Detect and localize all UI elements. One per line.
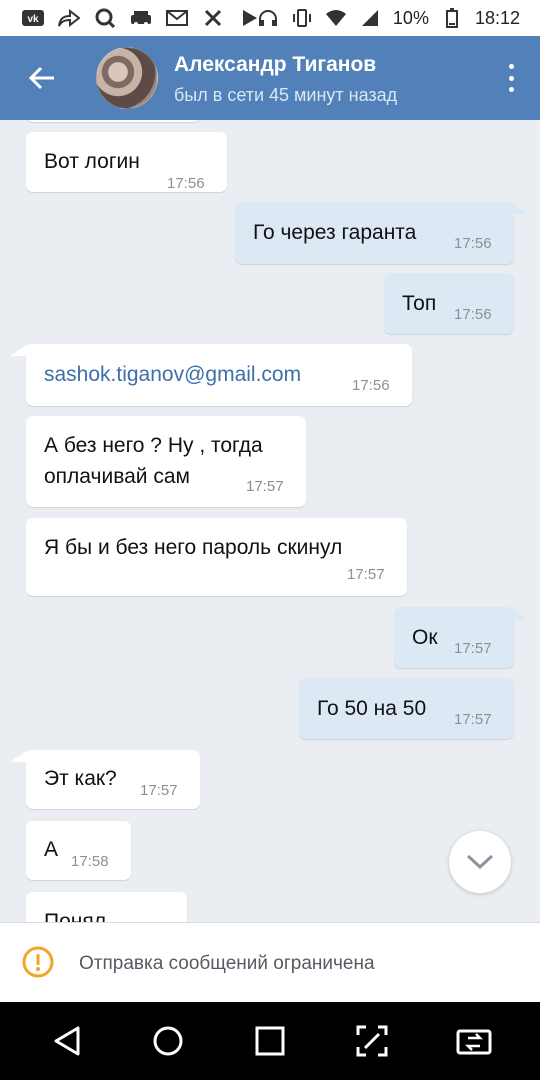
circle-home-icon [153, 1026, 183, 1056]
message-outgoing[interactable]: Топ 17:56 [384, 273, 514, 334]
message-outgoing[interactable]: Го 50 на 50 17:57 [299, 678, 514, 739]
status-bar-system: 10% 18:12 [257, 7, 520, 29]
message-text-line2: оплачивай сам [44, 465, 190, 488]
message-text: Го через гаранта [253, 221, 417, 244]
signal-icon [359, 7, 381, 29]
nav-back-button[interactable] [48, 1022, 86, 1060]
message-time: 17:56 [167, 175, 205, 192]
nav-recents-button[interactable] [251, 1022, 289, 1060]
status-bar-notifications: vk [22, 7, 260, 29]
email-link[interactable]: sashok.tiganov@gmail.com [44, 359, 301, 390]
nav-home-button[interactable] [149, 1022, 187, 1060]
message-time: 17:56 [454, 306, 492, 323]
warning-icon [22, 946, 54, 978]
contact-last-seen: был в сети 45 минут назад [174, 85, 398, 105]
message-time: 17:57 [454, 711, 492, 728]
clock: 18:12 [474, 8, 520, 28]
gmail-icon [166, 7, 188, 29]
message-text: Ок [412, 626, 438, 649]
wifi-icon [325, 7, 347, 29]
nav-switch-app-button[interactable] [455, 1022, 493, 1060]
message-time: 17:58 [71, 853, 109, 870]
screenshot-icon [356, 1025, 388, 1057]
battery-icon [441, 7, 463, 29]
message-time: 17:56 [352, 377, 390, 394]
message-time: 17:57 [347, 566, 385, 583]
message-text: Топ [402, 292, 437, 315]
message-outgoing[interactable]: Ок 17:57 [394, 607, 514, 668]
message-text: Го 50 на 50 [317, 697, 427, 720]
status-bar: vk 10% 18:12 [0, 0, 540, 36]
bubble-tail [510, 202, 528, 214]
battery-percent: 10% [392, 8, 429, 28]
triangle-back-icon [54, 1026, 80, 1056]
message-text: Понял [44, 910, 106, 922]
scroll-to-bottom-button[interactable] [449, 831, 511, 893]
message-incoming[interactable]: Понял [26, 892, 187, 922]
tools-icon [202, 7, 224, 29]
message-text: Я бы и без него пароль скинул [44, 536, 343, 559]
message-bubble-partial [26, 120, 200, 122]
svg-text:vk: vk [27, 14, 39, 25]
car-icon [130, 7, 152, 29]
message-incoming[interactable]: Эт как? 17:57 [26, 750, 200, 809]
message-time: 17:57 [140, 782, 178, 799]
arrow-left-icon [28, 66, 54, 90]
more-menu-button[interactable] [504, 64, 518, 92]
share-icon [58, 7, 80, 29]
contact-name[interactable]: Александр Тиганов [174, 53, 376, 77]
avatar[interactable] [96, 47, 158, 109]
message-time: 17:57 [454, 640, 492, 657]
bubble-tail [510, 607, 528, 619]
message-incoming[interactable]: Я бы и без него пароль скинул 17:57 [26, 518, 407, 596]
search-icon [94, 7, 116, 29]
message-incoming[interactable]: sashok.tiganov@gmail.com 17:56 [26, 344, 412, 406]
headphones-icon [257, 7, 279, 29]
more-vert-icon [508, 64, 514, 69]
message-incoming[interactable]: А без него ? Ну , тогда оплачивай сам 17… [26, 416, 306, 507]
swap-screen-icon [456, 1029, 492, 1055]
vk-icon: vk [22, 7, 44, 29]
chevron-down-icon [466, 854, 494, 870]
square-recents-icon [255, 1026, 285, 1056]
message-time: 17:57 [246, 478, 284, 495]
message-text-line1: А без него ? Ну , тогда [44, 434, 263, 457]
message-text: Эт как? [44, 767, 117, 790]
message-text: Вот логин [44, 150, 140, 173]
message-outgoing[interactable]: Го через гаранта 17:56 [235, 202, 514, 264]
message-time: 17:56 [454, 235, 492, 252]
message-list[interactable]: Вот логин 17:56 Го через гаранта 17:56 Т… [0, 120, 540, 922]
message-text: А [44, 838, 59, 861]
vibrate-icon [291, 7, 313, 29]
system-nav-bar [0, 1002, 540, 1080]
nav-screenshot-button[interactable] [353, 1022, 391, 1060]
back-button[interactable] [24, 62, 60, 94]
banner-text: Отправка сообщений ограничена [79, 953, 375, 974]
message-incoming[interactable]: А 17:58 [26, 821, 131, 880]
message-incoming[interactable]: Вот логин 17:56 [26, 132, 227, 192]
chat-header: Александр Тиганов был в сети 45 минут на… [0, 36, 540, 120]
messaging-restricted-banner: Отправка сообщений ограничена [0, 922, 540, 1003]
